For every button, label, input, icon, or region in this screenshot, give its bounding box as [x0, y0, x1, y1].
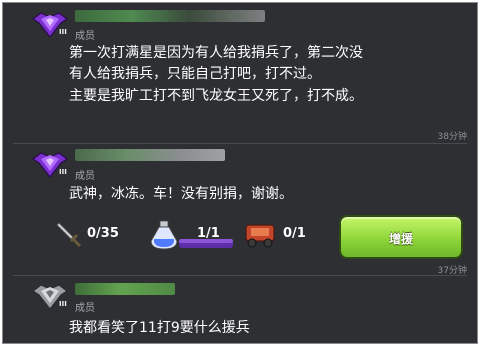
member-role-label: 成员 [75, 31, 95, 42]
message-text-line: 我都看笑了11打9要什么援兵 [69, 320, 250, 336]
troop-count: 0/35 [87, 226, 119, 241]
sword-icon [56, 222, 82, 248]
message-divider [13, 275, 467, 276]
blurred-username [75, 283, 175, 295]
siege-machine-icon [245, 224, 275, 248]
purple-league-badge-icon [31, 9, 69, 41]
purple-league-badge-icon [31, 149, 69, 181]
blurred-username [75, 10, 265, 22]
blurred-username [75, 149, 225, 161]
spell-count: 1/1 [197, 226, 220, 241]
siege-count: 0/1 [283, 226, 306, 241]
message-text-line: 主要是我旷工打不到飞龙女王又死了，打不成。 [69, 88, 363, 104]
spell-request: 1/1 [151, 217, 237, 251]
chat-message: III 成员 第一次打满星是因为有人给我捐兵了，第二次没 有人给我捐兵，只能自己… [3, 3, 477, 145]
message-divider [13, 143, 467, 144]
message-text-line: 有人给我捐兵，只能自己打吧，打不过。 [69, 66, 321, 82]
league-level-label: III [59, 300, 67, 308]
siege-request: 0/1 [243, 217, 333, 251]
league-level-label: III [59, 28, 67, 36]
member-role-label: 成员 [75, 303, 95, 314]
chat-message: III 成员 我都看笑了11打9要什么援兵 [3, 277, 477, 343]
clan-chat-panel: III 成员 第一次打满星是因为有人给我捐兵了，第二次没 有人给我捐兵，只能自己… [2, 2, 478, 344]
donate-button[interactable]: 增援 [339, 215, 463, 259]
spell-bottle-icon [151, 220, 233, 250]
donate-button-label: 增援 [388, 232, 413, 246]
troop-request: 0/35 [53, 217, 143, 251]
silver-league-badge-icon [31, 281, 69, 313]
message-text-line: 第一次打满星是因为有人给我捐兵了，第二次没 [69, 45, 363, 61]
message-text-line: 武神，冰冻。车！没有别捐，谢谢。 [69, 186, 293, 202]
league-level-label: III [59, 168, 67, 176]
message-timestamp: 38分钟 [437, 132, 467, 142]
member-role-label: 成员 [75, 171, 95, 182]
